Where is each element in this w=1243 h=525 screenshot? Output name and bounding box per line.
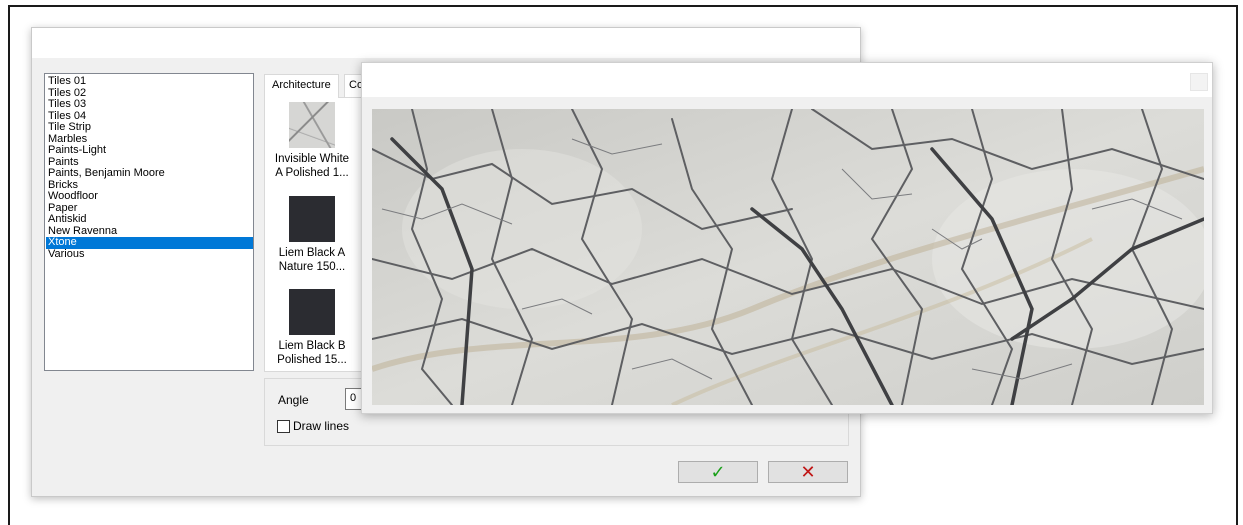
draw-lines-checkbox[interactable]: [277, 419, 290, 433]
material-item[interactable]: Liem Black B Polished 15...: [269, 289, 355, 367]
material-thumbnail: [289, 289, 335, 335]
ok-button[interactable]: ✓: [678, 461, 758, 483]
material-caption-line2: Nature 150...: [278, 261, 346, 273]
tab-architecture[interactable]: Architecture: [264, 74, 339, 98]
material-caption-line2: Polished 15...: [277, 354, 347, 366]
category-item[interactable]: Antiskid: [46, 213, 253, 226]
material-caption-line1: Liem Black B: [278, 340, 346, 352]
material-thumbnail: [289, 102, 335, 148]
material-caption-line1: Liem Black A: [278, 247, 346, 259]
category-item[interactable]: Various: [46, 248, 253, 261]
check-icon: ✓: [710, 461, 726, 482]
category-item[interactable]: Paints-Light: [46, 144, 253, 157]
tab-label: Architecture: [272, 79, 331, 91]
draw-lines-toggle[interactable]: Draw lines: [277, 419, 349, 433]
cancel-button[interactable]: ✕: [768, 461, 848, 483]
preview-titlebar: [362, 63, 1212, 97]
category-item[interactable]: Tiles 01: [46, 75, 253, 88]
category-item[interactable]: New Ravenna: [46, 225, 253, 238]
texture-preview-window: [361, 62, 1213, 414]
category-item[interactable]: Woodfloor: [46, 190, 253, 203]
preview-close-button[interactable]: [1190, 73, 1208, 91]
category-list[interactable]: Tiles 01 Tiles 02 Tiles 03 Tiles 04 Tile Str…: [44, 73, 254, 371]
marble-texture-image: [372, 109, 1204, 405]
material-caption-line1: Invisible White: [274, 153, 350, 165]
draw-lines-label: Draw lines: [293, 419, 350, 433]
category-item[interactable]: Tile Strip: [46, 121, 253, 134]
category-item[interactable]: Paints, Benjamin Moore: [46, 167, 253, 180]
material-thumbnail: [289, 196, 335, 242]
material-item[interactable]: Liem Black A Nature 150...: [269, 196, 355, 274]
category-item[interactable]: Xtone: [46, 236, 253, 249]
material-item[interactable]: Invisible White A Polished 1...: [269, 102, 355, 180]
material-caption-line2: A Polished 1...: [275, 167, 349, 179]
dialog-titlebar: [32, 28, 860, 58]
angle-label: Angle: [278, 393, 309, 407]
category-item[interactable]: Tiles 03: [46, 98, 253, 111]
x-icon: ✕: [800, 461, 816, 482]
